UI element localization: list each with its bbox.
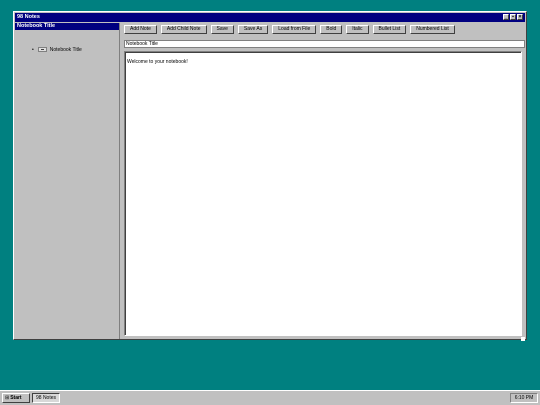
windows-logo-icon: ⊞: [5, 395, 10, 401]
notes-sidebar: Notebook Title • Notebook Title: [15, 23, 120, 339]
maximize-button[interactable]: ▪: [510, 14, 516, 20]
tree-item-label: Notebook Title: [49, 46, 82, 53]
italic-button[interactable]: Italic: [346, 25, 369, 34]
tree-bullet: •: [32, 46, 34, 53]
editor-toolbar: Add Note Add Child Note Save Save As Loa…: [124, 25, 459, 35]
note-title-input[interactable]: Notebook Title: [124, 40, 525, 48]
save-button[interactable]: Save: [210, 25, 234, 34]
minimize-button[interactable]: _: [503, 14, 509, 20]
taskbar: ⊞Start 98 Notes 6:10 PM: [0, 390, 540, 405]
add-note-button[interactable]: Add Note: [124, 25, 157, 34]
editor-content: Welcome to your notebook!: [127, 59, 188, 65]
sidebar-header: Notebook Title: [15, 23, 119, 30]
system-clock: 6:10 PM: [510, 393, 538, 403]
note-icon: [37, 47, 47, 52]
start-button[interactable]: ⊞Start: [2, 393, 30, 403]
bullet-list-button[interactable]: Bullet List: [372, 25, 407, 34]
note-editor[interactable]: Welcome to your notebook!: [124, 51, 522, 336]
app-window: 98 Notes _ ▪ × Notebook Title • Notebook…: [13, 11, 527, 341]
add-child-note-button[interactable]: Add Child Note: [160, 25, 207, 34]
start-label: Start: [10, 395, 22, 401]
bold-button[interactable]: Bold: [320, 25, 343, 34]
tree-item-notebook[interactable]: • Notebook Title: [32, 46, 82, 53]
taskbar-item-98-notes[interactable]: 98 Notes: [32, 393, 60, 403]
window-title: 98 Notes: [17, 14, 40, 20]
window-titlebar[interactable]: 98 Notes _ ▪ ×: [15, 13, 525, 22]
numbered-list-button[interactable]: Numbered List: [410, 25, 455, 34]
save-as-button[interactable]: Save As: [237, 25, 269, 34]
close-button[interactable]: ×: [517, 14, 523, 20]
resize-grip[interactable]: [521, 337, 525, 341]
load-from-file-button[interactable]: Load from File: [272, 25, 317, 34]
